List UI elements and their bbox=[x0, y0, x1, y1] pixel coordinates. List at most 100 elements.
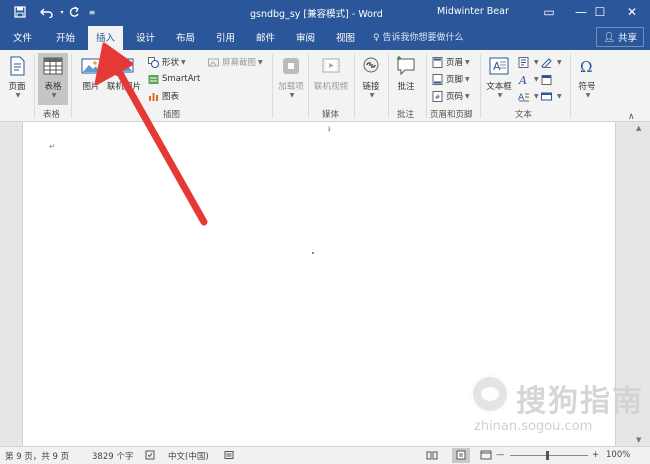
redo-icon[interactable] bbox=[64, 3, 84, 21]
zoom-in-button[interactable]: + bbox=[592, 450, 599, 460]
shapes-button[interactable]: 形状 ▼ bbox=[148, 55, 186, 69]
tell-me-search[interactable]: ♀ 告诉我你想要做什么 bbox=[373, 30, 463, 43]
page-count[interactable]: 第 9 页，共 9 页 bbox=[5, 450, 69, 462]
watermark-url: zhinan.sogou.com bbox=[474, 419, 593, 434]
drop-cap-dropdown-icon: ▼ bbox=[534, 92, 539, 100]
quick-parts-button[interactable]: ▼ bbox=[518, 55, 539, 69]
screenshot-icon bbox=[208, 58, 219, 66]
links-label: 链接 bbox=[362, 82, 380, 92]
smartart-label: SmartArt bbox=[162, 74, 201, 84]
share-label: 共享 bbox=[618, 33, 638, 44]
tab-layout[interactable]: 布局 bbox=[176, 30, 195, 44]
tab-review[interactable]: 审阅 bbox=[296, 30, 315, 44]
tab-file[interactable]: 文件 bbox=[13, 30, 32, 44]
signature-line-button[interactable]: ▼ bbox=[541, 55, 562, 69]
smartart-button[interactable]: SmartArt bbox=[148, 72, 200, 86]
stray-mark bbox=[312, 252, 314, 254]
undo-icon[interactable] bbox=[36, 3, 58, 21]
page-number-dropdown-icon: ▼ bbox=[465, 92, 470, 100]
print-layout-icon[interactable] bbox=[452, 448, 470, 463]
zoom-out-button[interactable]: — bbox=[496, 450, 505, 460]
tab-home[interactable]: 开始 bbox=[56, 30, 75, 44]
header-label: 页眉 bbox=[446, 58, 464, 68]
drop-cap-button[interactable]: A ▼ bbox=[518, 89, 539, 103]
online-video-button[interactable]: 联机视频 bbox=[312, 53, 350, 92]
zoom-level[interactable]: 100% bbox=[606, 450, 630, 460]
window-title: gsndbg_sy [兼容模式] - Word bbox=[250, 9, 383, 20]
header-button[interactable]: 页眉 ▼ bbox=[432, 55, 470, 69]
word-window: ▾ ≡ gsndbg_sy [兼容模式] - Word Midwinter Be… bbox=[0, 0, 650, 464]
ribbon-tabs: 文件 开始 插入 设计 布局 引用 邮件 审阅 视图 ♀ 告诉我你想要做什么 👤… bbox=[0, 24, 650, 50]
screenshot-dropdown-icon: ▼ bbox=[258, 58, 263, 66]
customize-icon[interactable]: ≡ bbox=[86, 3, 98, 21]
textbox-button[interactable]: A 文本框 ▼ bbox=[484, 53, 514, 99]
page-number-button[interactable]: # 页码 ▼ bbox=[432, 89, 470, 103]
wordart-button[interactable]: A ▼ bbox=[518, 72, 539, 86]
comment-icon bbox=[397, 56, 415, 76]
online-pictures-button[interactable]: 联机图片 bbox=[106, 53, 142, 92]
addins-icon bbox=[283, 58, 299, 74]
tell-me-placeholder: 告诉我你想要做什么 bbox=[382, 33, 464, 43]
macro-recording-icon[interactable] bbox=[224, 450, 234, 463]
share-button[interactable]: 👤︎ 共享 bbox=[596, 27, 644, 47]
word-count[interactable]: 3829 个字 bbox=[92, 450, 133, 462]
save-icon[interactable] bbox=[10, 3, 30, 21]
symbols-dropdown-icon: ▼ bbox=[585, 92, 591, 99]
pages-label: 页面 bbox=[8, 82, 26, 92]
chart-label: 图表 bbox=[162, 92, 180, 102]
smartart-icon bbox=[148, 74, 159, 84]
pages-button[interactable]: 页面 ▼ bbox=[4, 53, 30, 99]
comment-button[interactable]: 批注 bbox=[392, 53, 420, 92]
footer-button[interactable]: 页脚 ▼ bbox=[432, 72, 470, 86]
footer-icon bbox=[432, 73, 443, 85]
tab-design[interactable]: 设计 bbox=[136, 30, 155, 44]
restore-button[interactable]: ☐ bbox=[584, 0, 616, 24]
web-layout-icon[interactable] bbox=[480, 450, 492, 463]
tab-mailings[interactable]: 邮件 bbox=[256, 30, 275, 44]
watermark-brand: 搜狗指南 bbox=[516, 384, 644, 419]
addins-dropdown-icon: ▼ bbox=[289, 92, 295, 99]
language[interactable]: 中文(中国) bbox=[168, 450, 209, 462]
header-dropdown-icon: ▼ bbox=[465, 58, 470, 66]
links-button[interactable]: 链接 ▼ bbox=[358, 53, 384, 99]
group-label-text: 文本 bbox=[515, 110, 533, 120]
group-separator bbox=[426, 54, 427, 118]
chart-button[interactable]: 图表 bbox=[148, 89, 179, 103]
collapse-ribbon-icon[interactable]: ∧ bbox=[628, 112, 635, 122]
group-separator bbox=[272, 54, 273, 118]
group-label-media: 媒体 bbox=[322, 110, 340, 120]
read-mode-icon[interactable] bbox=[426, 450, 438, 463]
symbols-label: 符号 bbox=[578, 82, 596, 92]
table-label: 表格 bbox=[44, 82, 62, 92]
tab-view[interactable]: 视图 bbox=[336, 30, 355, 44]
screenshot-button[interactable]: 屏幕截图 ▼ bbox=[208, 55, 263, 69]
close-button[interactable]: ✕ bbox=[616, 0, 648, 24]
signature-dropdown-icon: ▼ bbox=[557, 58, 562, 66]
sogou-logo-icon bbox=[470, 374, 510, 414]
user-name[interactable]: Midwinter Bear bbox=[437, 6, 509, 17]
addins-button[interactable]: 加载项 ▼ bbox=[278, 53, 304, 99]
scroll-down-icon[interactable]: ▼ bbox=[636, 436, 641, 444]
zoom-slider-thumb[interactable] bbox=[546, 451, 549, 460]
object-icon bbox=[541, 92, 552, 100]
group-separator bbox=[308, 54, 309, 118]
table-button[interactable]: 表格 ▼ bbox=[38, 53, 68, 105]
pictures-button[interactable]: 图片 bbox=[78, 53, 104, 92]
tab-references[interactable]: 引用 bbox=[216, 30, 235, 44]
scroll-up-icon[interactable]: ▲ bbox=[636, 124, 641, 132]
zoom-slider[interactable] bbox=[510, 455, 588, 456]
object-button[interactable]: ▼ bbox=[541, 89, 562, 103]
date-time-button[interactable] bbox=[541, 72, 555, 86]
picture-icon bbox=[81, 58, 101, 74]
tab-insert[interactable]: 插入 bbox=[88, 26, 124, 50]
textbox-dropdown-icon: ▼ bbox=[497, 92, 503, 99]
chart-icon bbox=[149, 92, 158, 101]
group-label-illustrations: 插图 bbox=[163, 110, 181, 120]
ribbon-display-options-icon[interactable]: ▭ bbox=[533, 0, 565, 24]
svg-text:A: A bbox=[518, 74, 527, 85]
svg-text:A: A bbox=[493, 60, 501, 73]
proofing-icon[interactable] bbox=[145, 450, 155, 463]
group-separator bbox=[480, 54, 481, 118]
symbols-button[interactable]: Ω 符号 ▼ bbox=[574, 53, 600, 99]
drop-cap-icon: A bbox=[518, 93, 529, 102]
